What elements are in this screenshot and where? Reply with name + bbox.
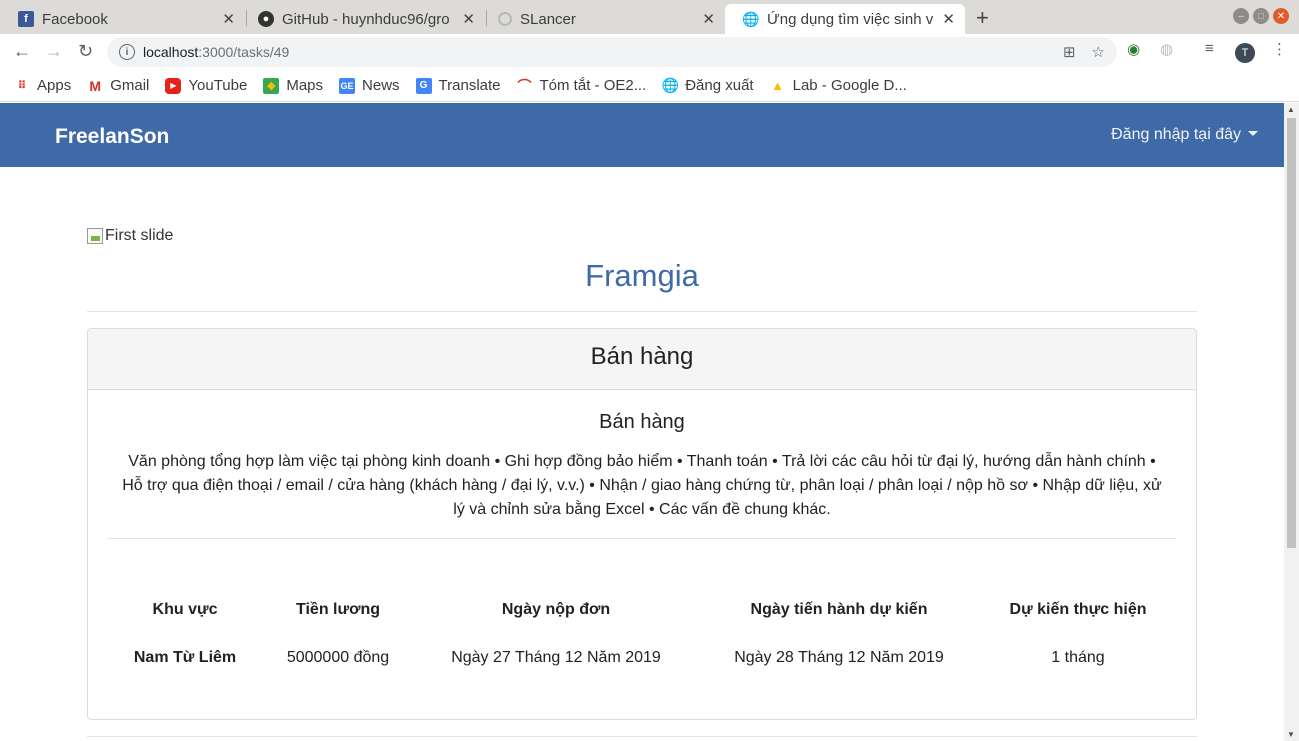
translate-icon: G bbox=[415, 77, 432, 94]
job-description: Văn phòng tổng hợp làm việc tại phòng ki… bbox=[122, 453, 1162, 518]
tab-github[interactable]: ● GitHub - huynhduc96/gro ✕ bbox=[240, 4, 485, 34]
scroll-down-icon[interactable]: ▼ bbox=[1287, 730, 1295, 739]
header-duration: Dự kiến thực hiện bbox=[1009, 601, 1147, 618]
gmail-icon: M bbox=[89, 77, 102, 94]
divider bbox=[108, 538, 1176, 539]
more-menu-icon[interactable]: ⋮ bbox=[1272, 40, 1287, 58]
translate-page-icon[interactable]: ⊞ bbox=[1063, 43, 1076, 61]
close-tab-icon[interactable]: ✕ bbox=[222, 10, 235, 28]
back-arrow-icon[interactable]: ← bbox=[13, 41, 31, 62]
cell-salary: 5000000 đồng bbox=[286, 649, 390, 666]
header-area: Khu vực bbox=[152, 601, 218, 618]
window-close-icon[interactable]: ✕ bbox=[1273, 8, 1289, 24]
site-brand[interactable]: FreelanSon bbox=[55, 125, 169, 149]
bookmark-label: Apps bbox=[37, 77, 72, 94]
close-tab-icon[interactable]: ✕ bbox=[942, 10, 955, 28]
tab-title: Ứng dụng tìm việc sinh v bbox=[767, 10, 934, 28]
cell-duration: 1 tháng bbox=[1051, 649, 1105, 666]
new-tab-button[interactable]: + bbox=[976, 5, 989, 31]
bookmark-oe[interactable]: ⌒ Tóm tắt - OE2... bbox=[517, 77, 647, 94]
tab-title: GitHub - huynhduc96/gro bbox=[282, 10, 450, 28]
close-tab-icon[interactable]: ✕ bbox=[702, 10, 715, 28]
apps-grid-icon: ⠿ bbox=[17, 80, 27, 92]
page-scrollbar[interactable]: ▲ ▼ bbox=[1284, 103, 1299, 741]
reload-icon[interactable]: ↻ bbox=[78, 41, 93, 62]
bookmark-translate[interactable]: G Translate bbox=[415, 77, 501, 94]
tab-slancer[interactable]: SLancer ✕ bbox=[480, 4, 725, 34]
minimize-icon[interactable]: – bbox=[1233, 8, 1249, 24]
oe-icon: ⌒ bbox=[517, 77, 532, 94]
slide-alt-text: First slide bbox=[105, 227, 174, 244]
bookmark-news[interactable]: GE News bbox=[339, 77, 400, 94]
header-apply-date: Ngày nộp đơn bbox=[501, 601, 611, 618]
url-host: localhost bbox=[143, 44, 199, 60]
forward-arrow-icon[interactable]: → bbox=[45, 41, 63, 62]
bookmark-label: Đăng xuất bbox=[685, 77, 754, 94]
cell-apply-date: Ngày 27 Tháng 12 Năm 2019 bbox=[451, 649, 661, 666]
loading-icon bbox=[498, 12, 512, 26]
job-card: Bán hàng Bán hàng Văn phòng tổng hợp làm… bbox=[87, 328, 1197, 720]
facebook-icon: f bbox=[18, 11, 34, 27]
broken-image-icon bbox=[87, 228, 103, 244]
bookmark-label: News bbox=[362, 77, 400, 94]
cell-area: Nam Từ Liêm bbox=[133, 649, 237, 666]
bookmark-star-icon[interactable]: ☆ bbox=[1092, 43, 1105, 61]
login-label: Đăng nhập tại đây bbox=[1111, 126, 1241, 143]
bookmark-maps[interactable]: ◆ Maps bbox=[263, 77, 323, 94]
tab-facebook[interactable]: f Facebook ✕ bbox=[0, 4, 245, 34]
extension-camera-icon[interactable]: ◍ bbox=[1160, 40, 1173, 58]
tab-title: SLancer bbox=[520, 10, 576, 28]
bookmark-label: Gmail bbox=[110, 77, 150, 94]
window-controls: – □ ✕ bbox=[1233, 8, 1289, 24]
bookmarks-bar: ⠿ Apps M Gmail ▶ YouTube ◆ Maps GE News … bbox=[0, 70, 1299, 102]
extension-new-icon[interactable]: ◉ bbox=[1127, 40, 1140, 58]
close-tab-icon[interactable]: ✕ bbox=[462, 10, 475, 28]
globe-icon: 🌐 bbox=[661, 77, 679, 93]
bookmark-label: Translate bbox=[438, 77, 501, 94]
divider bbox=[87, 736, 1197, 737]
bookmark-logout[interactable]: 🌐 Đăng xuất bbox=[661, 77, 754, 94]
profile-avatar[interactable]: T bbox=[1235, 43, 1255, 63]
github-icon: ● bbox=[258, 11, 274, 27]
header-salary: Tiền lương bbox=[296, 601, 380, 618]
carousel-slide-image: First slide bbox=[87, 227, 173, 245]
bookmark-apps[interactable]: ⠿ Apps bbox=[14, 77, 72, 94]
tab-title: Facebook bbox=[42, 10, 108, 28]
tab-current[interactable]: 🌐 Ứng dụng tìm việc sinh v ✕ bbox=[725, 4, 965, 34]
job-title: Bán hàng bbox=[599, 411, 685, 433]
scrollbar-thumb[interactable] bbox=[1287, 118, 1296, 548]
header-start-date: Ngày tiến hành dự kiến bbox=[750, 601, 928, 618]
media-control-icon[interactable]: ≡ bbox=[1205, 40, 1214, 57]
youtube-icon: ▶ bbox=[165, 77, 182, 94]
company-name[interactable]: Framgia bbox=[0, 258, 1284, 294]
url-path: :3000/tasks/49 bbox=[198, 44, 290, 60]
bookmark-youtube[interactable]: ▶ YouTube bbox=[165, 77, 247, 94]
bookmark-label: YouTube bbox=[188, 77, 248, 94]
bookmark-label: Lab - Google D... bbox=[792, 77, 907, 94]
scroll-up-icon[interactable]: ▲ bbox=[1287, 105, 1295, 114]
divider bbox=[87, 311, 1197, 312]
caret-down-icon bbox=[1248, 131, 1258, 136]
tab-strip: f Facebook ✕ ● GitHub - huynhduc96/gro ✕… bbox=[0, 0, 1299, 34]
bookmark-lab[interactable]: ▲ Lab - Google D... bbox=[770, 77, 907, 94]
cell-start-date: Ngày 28 Tháng 12 Năm 2019 bbox=[734, 649, 944, 666]
bookmark-gmail[interactable]: M Gmail bbox=[87, 77, 149, 94]
web-page: FreelanSon Đăng nhập tại đây First slide… bbox=[0, 103, 1284, 741]
login-dropdown[interactable]: Đăng nhập tại đây bbox=[1111, 126, 1258, 144]
maximize-icon[interactable]: □ bbox=[1253, 8, 1269, 24]
card-header: Bán hàng bbox=[88, 329, 1196, 390]
site-navbar: FreelanSon Đăng nhập tại đây bbox=[0, 103, 1284, 167]
browser-toolbar: ← → ↻ i localhost:3000/tasks/49 ⊞ ☆ ◉ ◍ … bbox=[0, 34, 1299, 70]
bookmark-label: Maps bbox=[286, 77, 324, 94]
maps-icon: ◆ bbox=[263, 77, 280, 94]
bookmark-label: Tóm tắt - OE2... bbox=[539, 77, 647, 94]
news-icon: GE bbox=[339, 77, 356, 94]
address-bar[interactable]: i localhost:3000/tasks/49 ⊞ ☆ bbox=[107, 37, 1117, 67]
drive-icon: ▲ bbox=[771, 78, 785, 93]
info-icon[interactable]: i bbox=[119, 44, 135, 60]
globe-icon: 🌐 bbox=[742, 10, 760, 27]
